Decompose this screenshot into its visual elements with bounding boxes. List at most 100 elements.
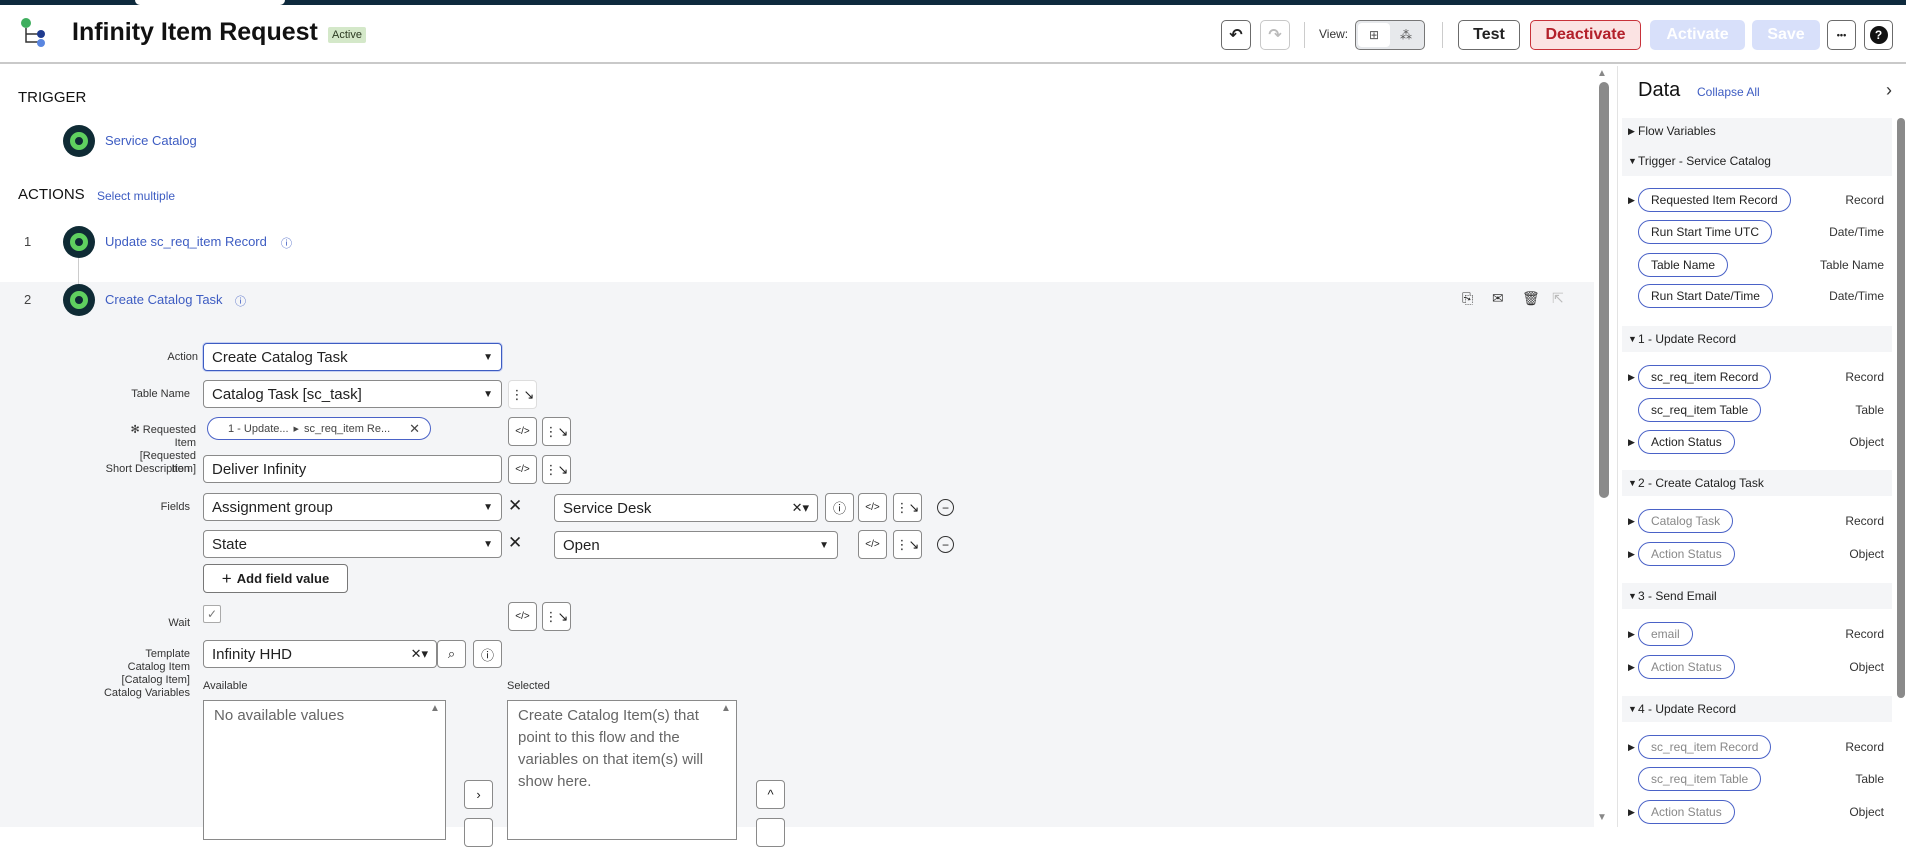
clear-field-icon[interactable]: ✕ (508, 496, 522, 516)
table-name-select[interactable]: Catalog Task [sc_task] ▼ (203, 380, 502, 408)
delete-icon[interactable]: 🗑 (1522, 290, 1540, 307)
clear-field-icon[interactable]: ✕ (508, 533, 522, 553)
data-pill[interactable]: Table Name (1638, 253, 1729, 277)
caret-right-icon[interactable]: ▶ (1628, 516, 1638, 527)
tree-view-icon[interactable]: ⊞ (1358, 23, 1390, 47)
info-button[interactable]: ⓘ (825, 493, 854, 522)
caret-right-icon[interactable]: ▶ (1628, 549, 1638, 560)
action-link[interactable]: Create Catalog Task (105, 292, 223, 307)
info-button[interactable]: ⓘ (473, 640, 502, 668)
remove-field-icon[interactable]: − (937, 536, 954, 553)
data-pill-picker-button[interactable]: ⋮↘ (542, 602, 571, 631)
section-title: 4 - Update Record (1638, 702, 1737, 716)
action-select[interactable]: Create Catalog Task ▼ (203, 343, 502, 371)
data-section-header[interactable]: ▼ 2 - Create Catalog Task (1622, 470, 1892, 496)
requested-item-data-pill[interactable]: 1 - Update... ▶ sc_req_item Re... ✕ (207, 417, 431, 440)
caret-right-icon[interactable]: ▶ (1628, 662, 1638, 673)
scroll-up-arrow-icon[interactable]: ▲ (1597, 68, 1607, 79)
help-button[interactable]: ? (1864, 20, 1893, 50)
activate-button[interactable]: Activate (1650, 20, 1745, 50)
remove-field-icon[interactable]: − (937, 499, 954, 516)
caret-right-icon[interactable]: ▶ (1628, 372, 1638, 383)
canvas-scrollbar-thumb[interactable] (1599, 82, 1609, 498)
caret-right-icon[interactable]: ▶ (1628, 629, 1638, 640)
help-circle-icon[interactable]: ⓘ (235, 293, 246, 309)
wait-checkbox[interactable]: ✓ (203, 605, 221, 623)
data-pill[interactable]: sc_req_item Record (1638, 735, 1772, 759)
undo-button[interactable]: ↶ (1221, 20, 1251, 50)
data-type: Object (1849, 660, 1884, 674)
add-comment-icon[interactable]: ✉ (1492, 290, 1504, 307)
script-button[interactable]: </> (858, 493, 887, 522)
field-select[interactable]: State ▼ (203, 530, 502, 558)
field-value-select[interactable]: Open ▼ (554, 531, 838, 559)
scroll-down-arrow-icon[interactable]: ▼ (1597, 812, 1607, 823)
data-pill-picker-button[interactable]: ⋮↘ (508, 380, 537, 409)
data-pill[interactable]: sc_req_item Record (1638, 365, 1772, 389)
test-button[interactable]: Test (1458, 20, 1520, 50)
script-button[interactable]: </> (508, 455, 537, 484)
data-pill[interactable]: sc_req_item Table (1638, 398, 1762, 422)
template-catalog-item-input[interactable]: Infinity HHD ✕▾ (203, 640, 437, 668)
data-pill[interactable]: Action Status (1638, 542, 1735, 566)
grid-view-icon[interactable]: ⁂ (1390, 23, 1422, 47)
move-down-button[interactable] (756, 818, 785, 847)
data-pill-picker-button[interactable]: ⋮↘ (542, 417, 571, 446)
remove-pill-icon[interactable]: ✕ (409, 421, 420, 437)
data-panel-scrollbar[interactable] (1897, 118, 1905, 698)
search-icon: ⌕ (447, 646, 456, 661)
scroll-up-icon[interactable]: ▲ (430, 703, 440, 714)
available-list[interactable]: No available values (203, 700, 446, 840)
redo-button[interactable]: ↷ (1260, 20, 1290, 50)
lookup-button[interactable]: ⌕ (437, 640, 466, 668)
data-pill[interactable]: Catalog Task (1638, 509, 1734, 533)
more-button[interactable]: ••• (1827, 20, 1856, 50)
script-button[interactable]: </> (508, 417, 537, 446)
data-pill-picker-button[interactable]: ⋮↘ (542, 455, 571, 484)
data-pill[interactable]: Run Start Date/Time (1638, 284, 1773, 308)
move-up-button[interactable]: ^ (756, 780, 785, 809)
move-right-button[interactable]: › (464, 780, 493, 809)
data-pill[interactable]: sc_req_item Table (1638, 767, 1762, 791)
data-type: Record (1845, 370, 1884, 384)
data-pill[interactable]: email (1638, 622, 1693, 646)
collapse-all-link[interactable]: Collapse All (1697, 85, 1760, 99)
move-left-button[interactable] (464, 818, 493, 847)
short-description-input[interactable]: Deliver Infinity (203, 455, 502, 483)
script-button[interactable]: </> (858, 530, 887, 559)
caret-right-icon[interactable]: ▶ (1628, 437, 1638, 448)
collapse-panel-chevron-icon[interactable]: › (1886, 80, 1892, 101)
copy-icon[interactable]: ⎘ (1462, 290, 1473, 307)
add-field-value-button[interactable]: + Add field value (203, 564, 348, 593)
scroll-up-icon[interactable]: ▲ (721, 703, 731, 714)
trigger-link[interactable]: Service Catalog (105, 133, 197, 148)
data-section-header[interactable]: ▼ 1 - Update Record (1622, 326, 1892, 352)
data-section-header[interactable]: ▼ 3 - Send Email (1622, 583, 1892, 609)
deactivate-button[interactable]: Deactivate (1530, 20, 1641, 50)
data-pill[interactable]: Action Status (1638, 430, 1735, 454)
caret-right-icon[interactable]: ▶ (1628, 195, 1638, 206)
selected-list[interactable]: Create Catalog Item(s) that point to thi… (507, 700, 737, 840)
clear-and-dropdown-icon[interactable]: ✕▾ (792, 500, 809, 516)
data-section-header[interactable]: ▼ Trigger - Service Catalog (1622, 150, 1892, 172)
save-button[interactable]: Save (1752, 20, 1820, 50)
flow-variables-header[interactable]: ▶ Flow Variables (1622, 120, 1892, 142)
clear-and-dropdown-icon[interactable]: ✕▾ (411, 646, 428, 662)
data-pill-picker-button[interactable]: ⋮↘ (893, 493, 922, 522)
data-section-header[interactable]: ▼ 4 - Update Record (1622, 696, 1892, 722)
data-pill[interactable]: Run Start Time UTC (1638, 220, 1773, 244)
data-pill[interactable]: Requested Item Record (1638, 188, 1791, 212)
open-external-icon[interactable]: ⇱ (1552, 290, 1564, 307)
select-multiple-link[interactable]: Select multiple (97, 189, 175, 203)
data-pill-picker-button[interactable]: ⋮↘ (893, 530, 922, 559)
data-pill[interactable]: Action Status (1638, 800, 1735, 824)
script-button[interactable]: </> (508, 602, 537, 631)
help-circle-icon[interactable]: ⓘ (281, 235, 292, 251)
data-pill[interactable]: Action Status (1638, 655, 1735, 679)
action-link[interactable]: Update sc_req_item Record (105, 234, 267, 249)
field-select[interactable]: Assignment group ▼ (203, 493, 502, 521)
field-value-select[interactable]: Service Desk ✕▾ (554, 494, 818, 522)
view-toggle[interactable]: ⊞ ⁂ (1355, 20, 1425, 50)
caret-right-icon[interactable]: ▶ (1628, 742, 1638, 753)
caret-right-icon[interactable]: ▶ (1628, 807, 1638, 818)
